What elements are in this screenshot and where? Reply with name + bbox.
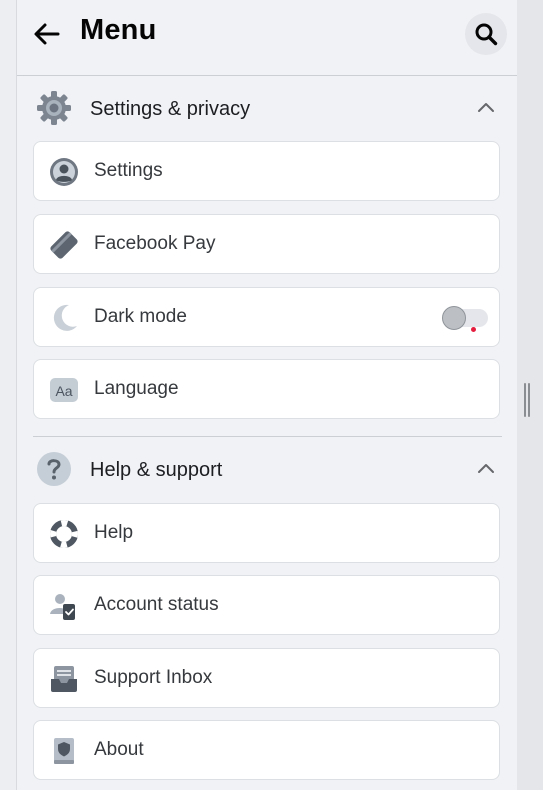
lifebuoy-icon	[50, 520, 78, 548]
scrollbar-track[interactable]	[517, 0, 543, 790]
left-edge	[0, 0, 17, 790]
item-label: Dark mode	[94, 306, 187, 327]
item-label: Settings	[94, 160, 163, 181]
menu-item-support-inbox[interactable]: Support Inbox	[33, 648, 500, 708]
menu-item-account-status[interactable]: Account status	[33, 575, 500, 635]
section-help-support[interactable]: Help & support	[17, 444, 517, 494]
card-icon	[50, 231, 78, 259]
gear-icon	[37, 91, 71, 125]
menu-item-facebook-pay[interactable]: Facebook Pay	[33, 214, 500, 274]
section-label: Settings & privacy	[90, 98, 251, 120]
menu-panel: Menu Settings & privacy Settings Faceboo…	[17, 0, 517, 790]
section-label: Help & support	[90, 459, 223, 481]
grip-line	[524, 383, 526, 417]
inbox-icon	[51, 666, 77, 692]
search-icon	[475, 23, 498, 46]
item-label: Language	[94, 378, 179, 399]
language-aa-icon: Aa	[50, 378, 78, 402]
menu-item-help[interactable]: Help	[33, 503, 500, 563]
arrow-left-icon	[34, 23, 60, 45]
moon-icon	[53, 304, 77, 331]
section-settings-privacy[interactable]: Settings & privacy	[17, 83, 517, 133]
question-icon	[37, 452, 71, 486]
item-label: Account status	[94, 594, 219, 615]
svg-text:Aa: Aa	[55, 383, 72, 399]
back-button[interactable]	[31, 18, 63, 50]
item-label: Facebook Pay	[94, 233, 216, 254]
user-circle-icon	[50, 158, 78, 186]
menu-item-dark-mode[interactable]: Dark mode	[33, 287, 500, 347]
chevron-up-icon	[478, 464, 494, 473]
notification-dot	[471, 327, 476, 332]
page-title: Menu	[80, 14, 157, 46]
menu-item-settings[interactable]: Settings	[33, 141, 500, 201]
section-divider	[33, 436, 502, 437]
item-label: About	[94, 739, 144, 760]
dark-mode-toggle[interactable]	[442, 306, 492, 332]
item-label: Support Inbox	[94, 667, 213, 688]
resize-grip[interactable]	[524, 383, 530, 417]
account-status-icon	[50, 594, 75, 620]
chevron-up-icon	[478, 103, 494, 112]
item-label: Help	[94, 522, 134, 543]
search-button[interactable]	[465, 13, 507, 55]
menu-item-about[interactable]: About	[33, 720, 500, 780]
toggle-knob	[442, 306, 466, 330]
menu-header: Menu	[17, 0, 517, 76]
grip-line	[528, 383, 530, 417]
menu-item-language[interactable]: Aa Language	[33, 359, 500, 419]
book-icon	[54, 738, 74, 764]
